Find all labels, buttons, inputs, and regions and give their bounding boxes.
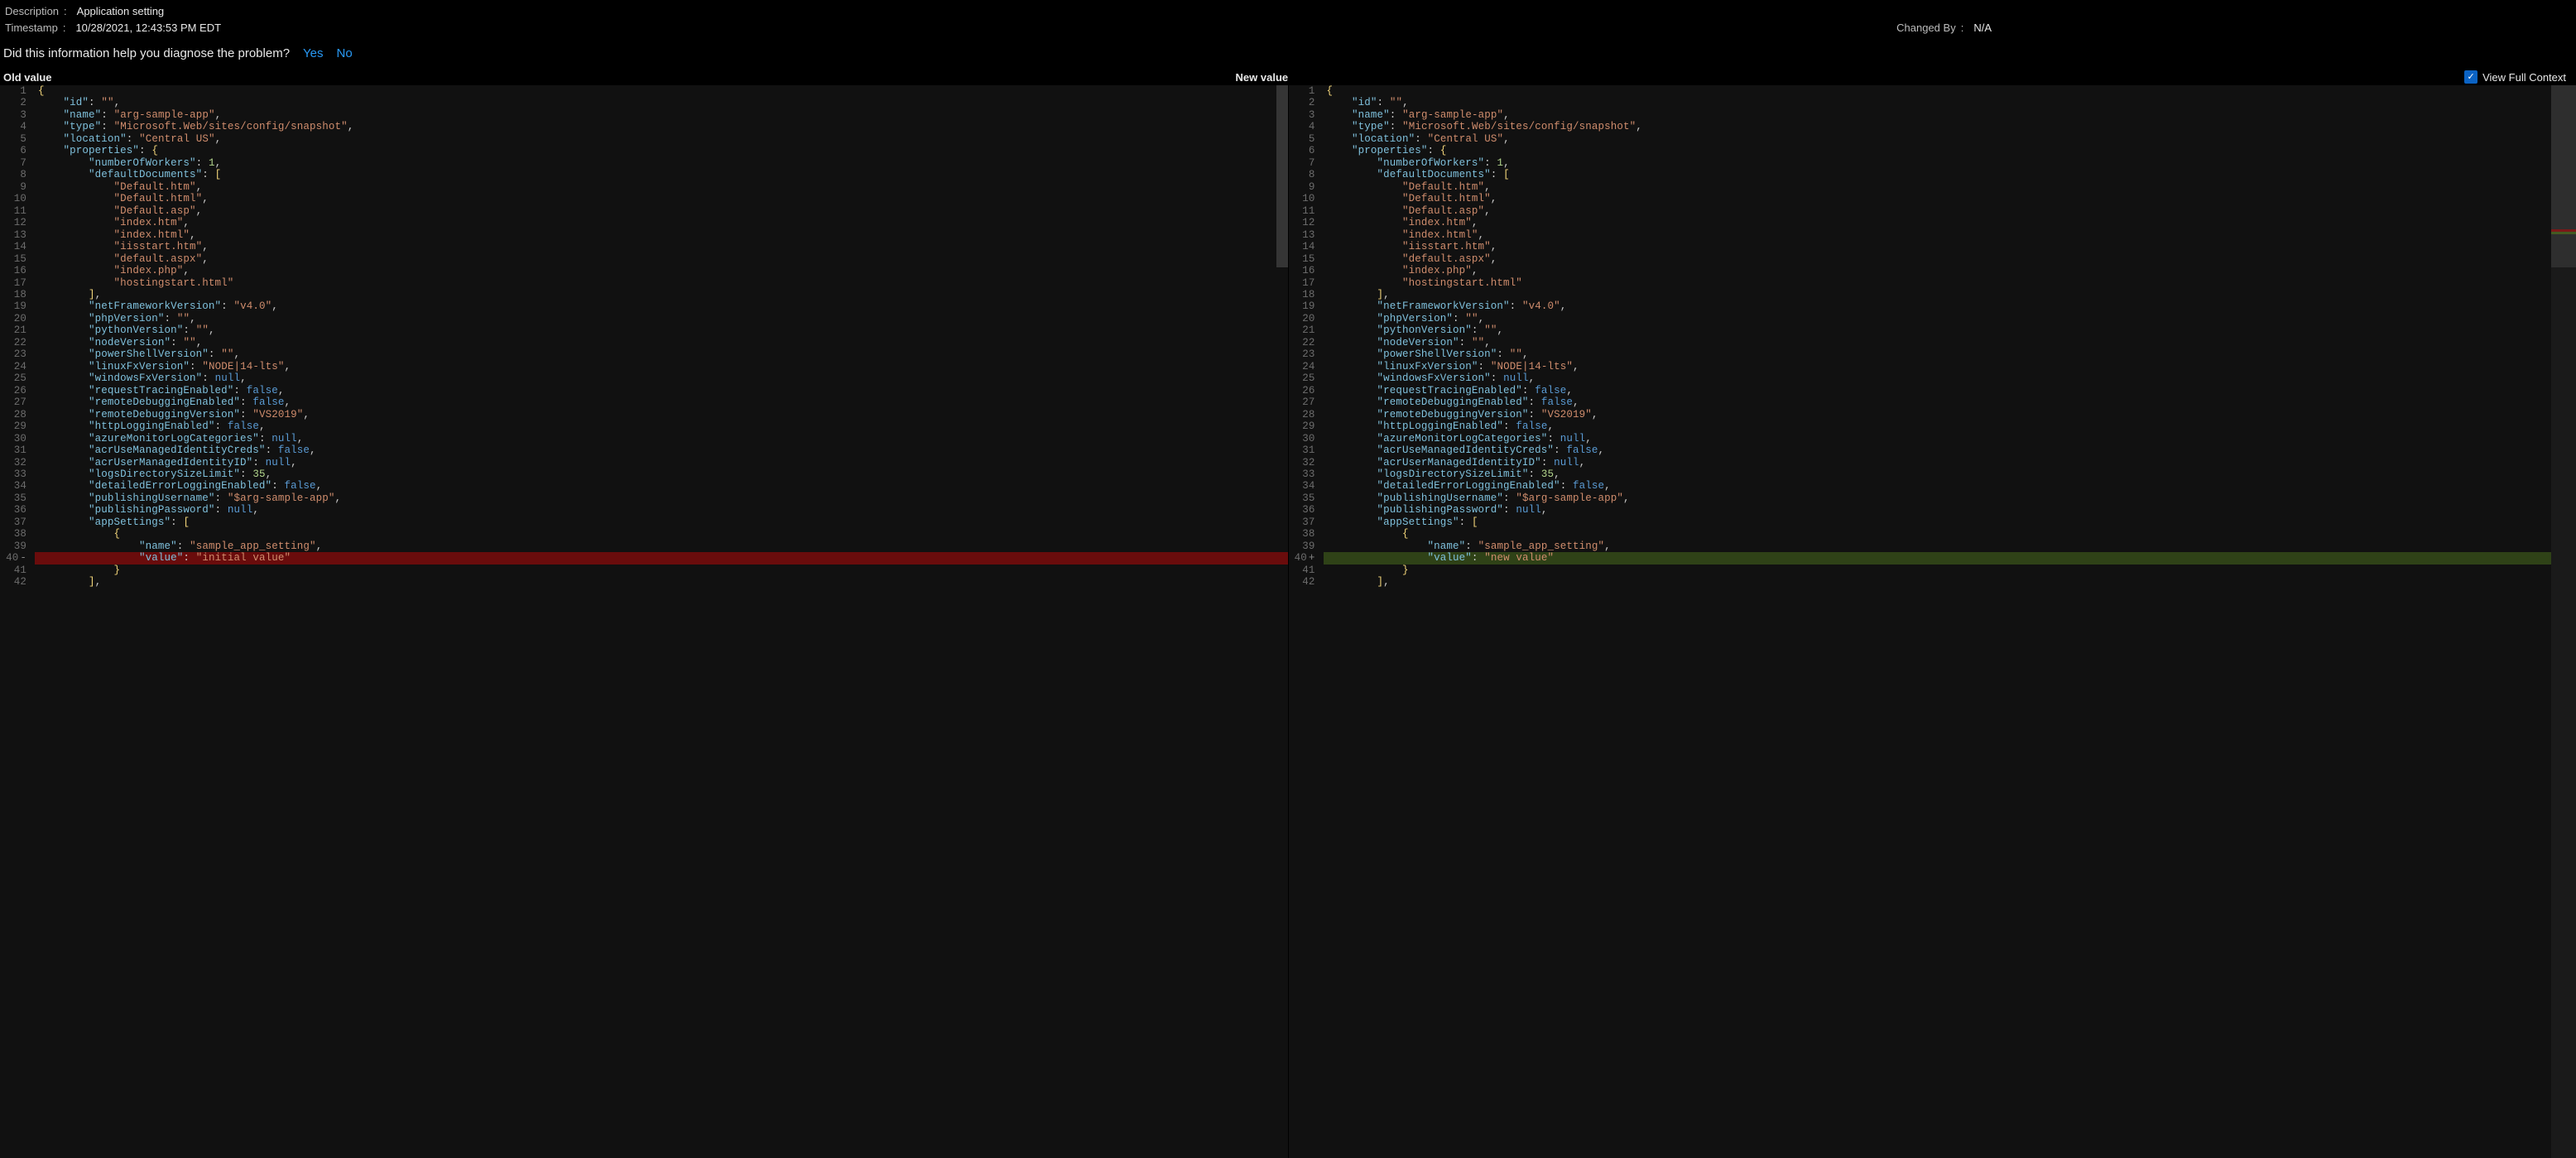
old-code[interactable]: { "id": "", "name": "arg-sample-app", "t… <box>35 85 1288 589</box>
feedback-no-link[interactable]: No <box>337 46 353 60</box>
feedback-question: Did this information help you diagnose t… <box>3 46 290 60</box>
minimap-ins-marker <box>2551 232 2576 234</box>
new-value-header: New value <box>1233 71 2465 84</box>
new-pane[interactable]: 1234567891011121314151617181920212223242… <box>1288 85 2576 1158</box>
old-pane[interactable]: 1234567891011121314151617181920212223242… <box>0 85 1288 1158</box>
new-line-gutter: 1234567891011121314151617181920212223242… <box>1289 85 1324 1158</box>
old-scrollbar-thumb[interactable] <box>1276 85 1288 267</box>
changedby-label: Changed By <box>1896 20 1956 36</box>
metadata-block: Description : Application setting Timest… <box>0 0 2576 38</box>
timestamp-label: Timestamp <box>5 20 58 36</box>
view-full-context-checkbox[interactable]: ✓ <box>2464 70 2477 84</box>
new-code[interactable]: { "id": "", "name": "arg-sample-app", "t… <box>1324 85 2576 589</box>
changedby-value: N/A <box>1973 20 1992 36</box>
description-label: Description <box>5 3 59 20</box>
colon: : <box>63 20 71 36</box>
minimap[interactable] <box>2551 85 2576 1158</box>
feedback-bar: Did this information help you diagnose t… <box>0 38 2576 70</box>
old-value-header: Old value <box>3 71 1233 84</box>
feedback-yes-link[interactable]: Yes <box>303 46 323 60</box>
minimap-viewport[interactable] <box>2551 85 2576 267</box>
timestamp-value: 10/28/2021, 12:43:53 PM EDT <box>75 20 221 36</box>
diff-viewer: 1234567891011121314151617181920212223242… <box>0 85 2576 1158</box>
colon: : <box>64 3 72 20</box>
view-full-context-label: View Full Context <box>2482 71 2566 84</box>
description-value: Application setting <box>77 3 165 20</box>
old-line-gutter: 1234567891011121314151617181920212223242… <box>0 85 35 1158</box>
colon: : <box>1961 20 1969 36</box>
